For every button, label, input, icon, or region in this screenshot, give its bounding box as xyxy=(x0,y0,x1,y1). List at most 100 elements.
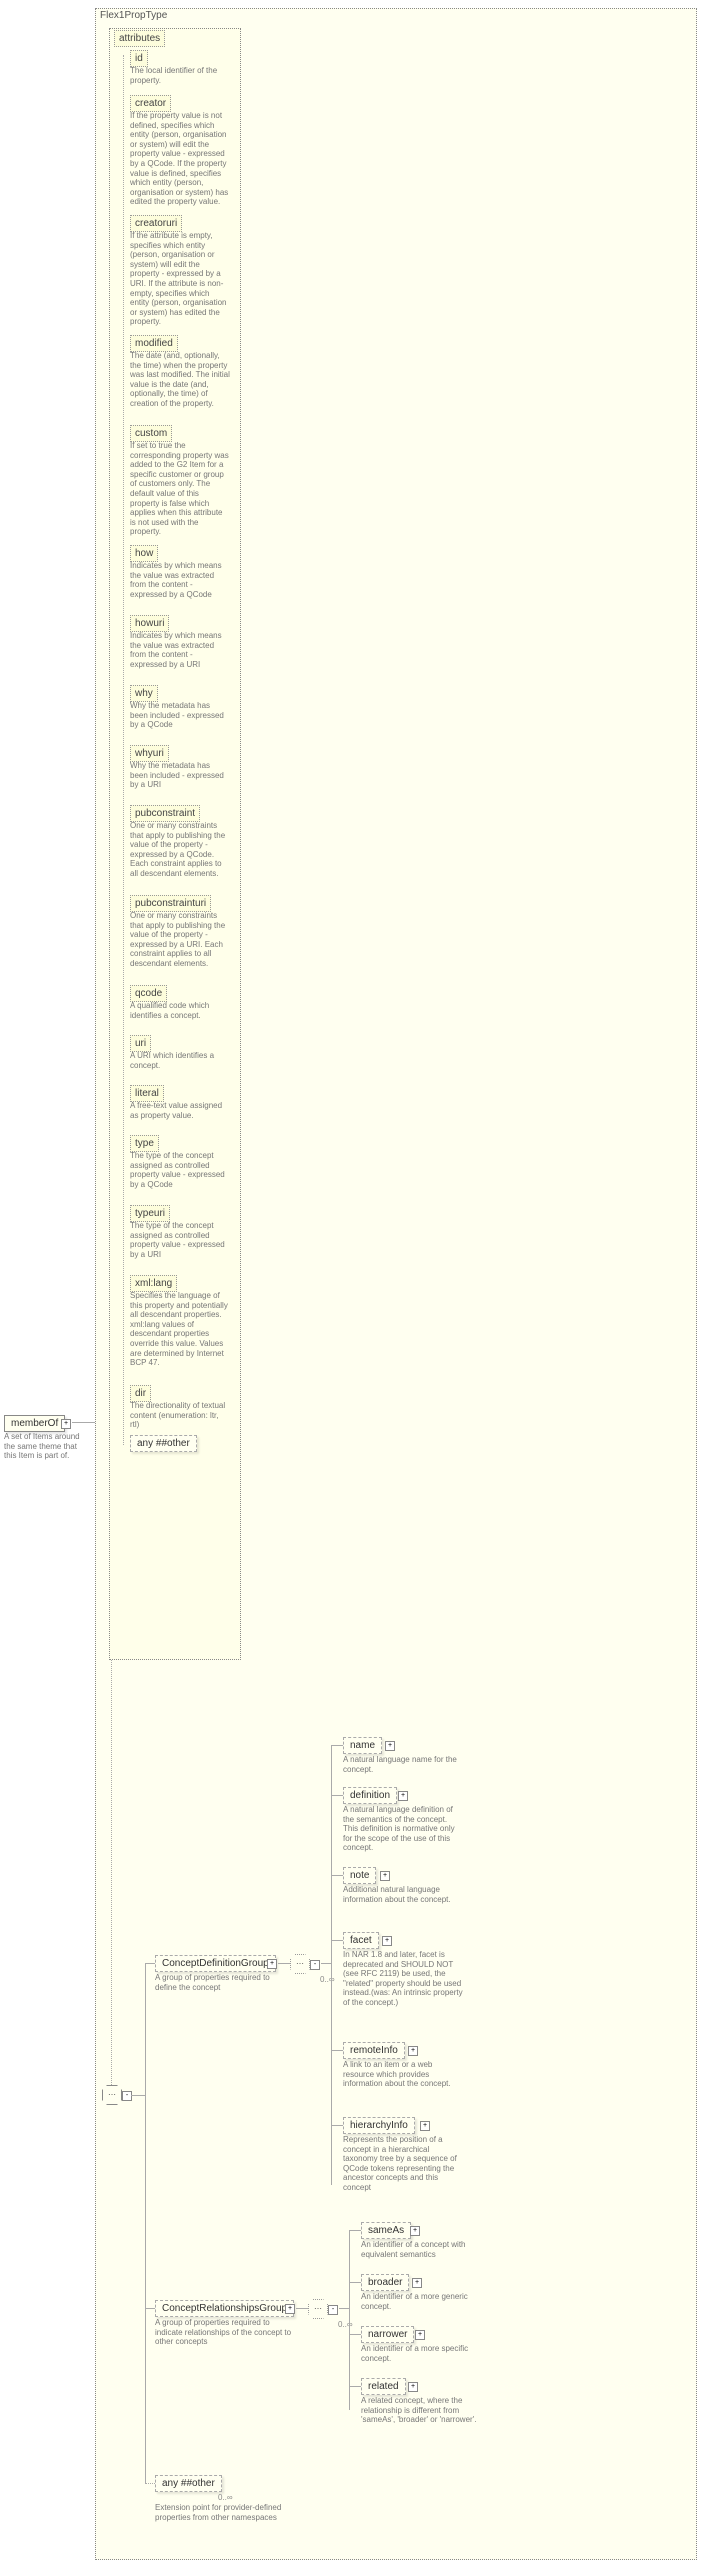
extension-desc: Extension point for provider-defined pro… xyxy=(155,2503,285,2522)
main-oct-fork-v xyxy=(145,1963,146,2483)
def-name: name xyxy=(343,1737,382,1754)
def-name-expand[interactable]: + xyxy=(385,1741,395,1751)
def-definition-expand[interactable]: + xyxy=(398,1791,408,1801)
def-remoteinfo-desc: A link to an item or a web resource whic… xyxy=(343,2060,463,2089)
attr-pubconstrainturi-desc: One or many constraints that apply to pu… xyxy=(130,911,230,969)
rel-related: related xyxy=(361,2378,406,2395)
rel-sameas-label: sameAs xyxy=(368,2225,404,2236)
rel-oct-out xyxy=(339,2308,349,2309)
main-oct-out xyxy=(131,2095,145,2096)
attr-why: why xyxy=(130,685,158,702)
attr-creatoruri: creatoruri xyxy=(130,215,182,232)
def-hierarchyinfo-line xyxy=(331,2125,343,2126)
def-facet-label: facet xyxy=(350,1935,372,1946)
def-note-expand[interactable]: + xyxy=(380,1871,390,1881)
def-group-connector xyxy=(145,1963,155,1964)
attrs-tree-line xyxy=(123,55,124,1445)
rel-related-line xyxy=(349,2386,361,2387)
attr-xmllang: xml:lang xyxy=(130,1275,177,1292)
def-definition-desc: A natural language definition of the sem… xyxy=(343,1805,463,1853)
def-remoteinfo: remoteInfo xyxy=(343,2042,405,2059)
attr-why-desc: Why the metadata has been included - exp… xyxy=(130,701,230,730)
concept-definition-group-desc: A group of properties required to define… xyxy=(155,1973,285,1992)
attr-modified-desc: The date (and, optionally, the time) whe… xyxy=(130,351,230,409)
attr-type-desc: The type of the concept assigned as cont… xyxy=(130,1151,230,1189)
def-remoteinfo-expand[interactable]: + xyxy=(408,2046,418,2056)
rel-narrower-desc: An identifier of a more specific concept… xyxy=(361,2344,481,2363)
attr-literal-desc: A free-text value assigned as property v… xyxy=(130,1101,230,1120)
main-sequence-oct: ⋯ xyxy=(102,2085,122,2105)
extension-card: 0..∞ xyxy=(218,2493,233,2502)
rel-sameas: sameAs xyxy=(361,2222,411,2239)
attr-howuri: howuri xyxy=(130,615,169,632)
def-sequence-expand[interactable]: - xyxy=(310,1960,320,1970)
def-hierarchyinfo-expand[interactable]: + xyxy=(420,2121,430,2131)
def-name-desc: A natural language name for the concept. xyxy=(343,1755,463,1774)
def-hierarchyinfo: hierarchyInfo xyxy=(343,2117,415,2134)
rel-narrower-label: narrower xyxy=(368,2329,407,2340)
attr-how-desc: Indicates by which means the value was e… xyxy=(130,561,230,599)
concept-relationships-group-label: ConceptRelationshipsGroup xyxy=(162,2303,287,2314)
attr-id: id xyxy=(130,50,148,67)
memberof-expand[interactable]: + xyxy=(61,1419,71,1429)
memberof-label: memberOf xyxy=(11,1418,58,1429)
attr-whyuri-desc: Why the metadata has been included - exp… xyxy=(130,761,230,790)
def-facet-desc: In NAR 1.8 and later, facet is deprecate… xyxy=(343,1950,463,2008)
attributes-label-box: attributes xyxy=(114,30,165,47)
concept-definition-group-label: ConceptDefinitionGroup xyxy=(162,1958,269,1969)
def-children-fork-v xyxy=(331,1745,332,2185)
attr-whyuri: whyuri xyxy=(130,745,169,762)
attr-modified: modified xyxy=(130,335,178,352)
concept-relationships-group-desc: A group of properties required to indica… xyxy=(155,2318,295,2347)
def-oct-in xyxy=(278,1963,290,1964)
attr-qcode: qcode xyxy=(130,985,167,1002)
attr-dir-desc: The directionality of textual content (e… xyxy=(130,1401,230,1430)
attr-creator: creator xyxy=(130,95,171,112)
attr-xmllang-desc: Specifies the language of this property … xyxy=(130,1291,230,1368)
main-seq-to-attrs xyxy=(111,1660,112,2085)
attr-custom: custom xyxy=(130,425,172,442)
rel-narrower-expand[interactable]: + xyxy=(415,2330,425,2340)
rel-sequence-expand[interactable]: - xyxy=(328,2305,338,2315)
memberof-connector xyxy=(72,1422,95,1423)
attr-any-other-label: any ##other xyxy=(137,1438,190,1449)
def-remoteinfo-label: remoteInfo xyxy=(350,2045,398,2056)
concept-definition-expand[interactable]: + xyxy=(267,1959,277,1969)
def-note-label: note xyxy=(350,1870,369,1881)
memberof-desc: A set of Items around the same theme tha… xyxy=(4,1432,89,1461)
attr-pubconstraint-desc: One or many constraints that apply to pu… xyxy=(130,821,230,879)
attr-creator-desc: If the property value is not defined, sp… xyxy=(130,111,230,207)
attr-typeuri-desc: The type of the concept assigned as cont… xyxy=(130,1221,230,1259)
rel-sequence-oct: ⋯ xyxy=(308,2299,328,2319)
rel-children-fork-v xyxy=(349,2230,350,2410)
def-sequence-oct: ⋯ xyxy=(290,1954,310,1974)
def-name-label: name xyxy=(350,1740,375,1751)
def-oct-out xyxy=(321,1963,331,1964)
rel-group-connector xyxy=(145,2308,155,2309)
attr-how: how xyxy=(130,545,158,562)
rel-related-expand[interactable]: + xyxy=(408,2382,418,2392)
extension-any-other-label: any ##other xyxy=(162,2478,215,2489)
flex1proptype-label: Flex1PropType xyxy=(100,10,167,21)
def-remoteinfo-line xyxy=(331,2050,343,2051)
rel-sameas-expand[interactable]: + xyxy=(410,2226,420,2236)
ext-connector xyxy=(145,2483,155,2484)
concept-relationships-expand[interactable]: + xyxy=(285,2304,295,2314)
def-note-desc: Additional natural language information … xyxy=(343,1885,463,1904)
attr-howuri-desc: Indicates by which means the value was e… xyxy=(130,631,230,669)
def-note: note xyxy=(343,1867,376,1884)
attr-uri-desc: A URI which identifies a concept. xyxy=(130,1051,230,1070)
def-sequence-card: 0..∞ xyxy=(320,1975,335,1984)
rel-broader-expand[interactable]: + xyxy=(412,2278,422,2288)
attr-qcode-desc: A qualified code which identifies a conc… xyxy=(130,1001,230,1020)
attr-pubconstraint: pubconstraint xyxy=(130,805,200,822)
def-facet-expand[interactable]: + xyxy=(382,1936,392,1946)
def-facet-line xyxy=(331,1940,343,1941)
main-sequence-expand[interactable]: - xyxy=(122,2091,132,2101)
rel-sameas-line xyxy=(349,2230,361,2231)
attr-creatoruri-desc: If the attribute is empty, specifies whi… xyxy=(130,231,230,327)
attr-id-desc: The local identifier of the property. xyxy=(130,66,230,85)
def-facet: facet xyxy=(343,1932,379,1949)
attr-dir: dir xyxy=(130,1385,151,1402)
memberof-box: memberOf xyxy=(4,1415,65,1432)
